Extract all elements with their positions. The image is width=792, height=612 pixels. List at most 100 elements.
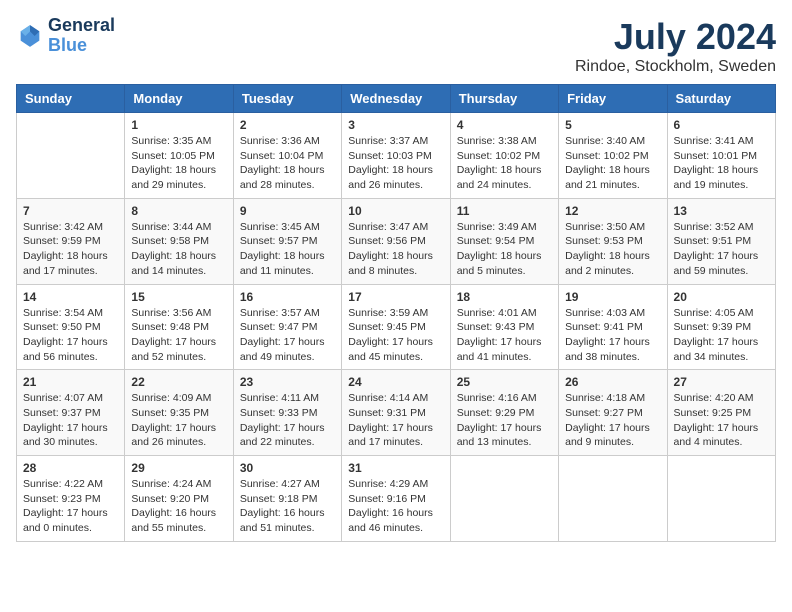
day-cell: 5Sunrise: 3:40 AMSunset: 10:02 PMDayligh…	[559, 113, 667, 199]
sunset-time: Sunset: 9:50 PM	[23, 321, 101, 333]
daylight-hours: Daylight: 16 hours and 51 minutes.	[240, 507, 325, 534]
day-cell: 4Sunrise: 3:38 AMSunset: 10:02 PMDayligh…	[450, 113, 558, 199]
sunset-time: Sunset: 9:35 PM	[131, 407, 209, 419]
header-cell-sunday: Sunday	[17, 85, 125, 113]
daylight-hours: Daylight: 18 hours and 28 minutes.	[240, 164, 325, 191]
daylight-hours: Daylight: 17 hours and 9 minutes.	[565, 422, 650, 449]
sunrise-time: Sunrise: 4:22 AM	[23, 478, 103, 490]
daylight-hours: Daylight: 17 hours and 0 minutes.	[23, 507, 108, 534]
daylight-hours: Daylight: 17 hours and 52 minutes.	[131, 336, 216, 363]
calendar-header: SundayMondayTuesdayWednesdayThursdayFrid…	[17, 85, 776, 113]
sunrise-time: Sunrise: 3:54 AM	[23, 307, 103, 319]
daylight-hours: Daylight: 17 hours and 38 minutes.	[565, 336, 650, 363]
sunrise-time: Sunrise: 3:56 AM	[131, 307, 211, 319]
day-info: Sunrise: 3:59 AMSunset: 9:45 PMDaylight:…	[348, 306, 443, 365]
day-cell: 11Sunrise: 3:49 AMSunset: 9:54 PMDayligh…	[450, 198, 558, 284]
day-number: 19	[565, 290, 660, 304]
daylight-hours: Daylight: 18 hours and 24 minutes.	[457, 164, 542, 191]
day-info: Sunrise: 4:22 AMSunset: 9:23 PMDaylight:…	[23, 477, 118, 536]
day-cell: 1Sunrise: 3:35 AMSunset: 10:05 PMDayligh…	[125, 113, 233, 199]
location: Rindoe, Stockholm, Sweden	[575, 58, 776, 76]
day-cell: 29Sunrise: 4:24 AMSunset: 9:20 PMDayligh…	[125, 456, 233, 542]
sunset-time: Sunset: 9:33 PM	[240, 407, 318, 419]
day-info: Sunrise: 3:54 AMSunset: 9:50 PMDaylight:…	[23, 306, 118, 365]
day-number: 3	[348, 118, 443, 132]
daylight-hours: Daylight: 18 hours and 17 minutes.	[23, 250, 108, 277]
sunset-time: Sunset: 9:25 PM	[674, 407, 752, 419]
sunrise-time: Sunrise: 3:37 AM	[348, 135, 428, 147]
sunset-time: Sunset: 10:03 PM	[348, 150, 431, 162]
sunset-time: Sunset: 9:37 PM	[23, 407, 101, 419]
daylight-hours: Daylight: 17 hours and 30 minutes.	[23, 422, 108, 449]
sunrise-time: Sunrise: 3:41 AM	[674, 135, 754, 147]
day-number: 6	[674, 118, 769, 132]
daylight-hours: Daylight: 18 hours and 21 minutes.	[565, 164, 650, 191]
day-info: Sunrise: 3:44 AMSunset: 9:58 PMDaylight:…	[131, 220, 226, 279]
day-number: 10	[348, 204, 443, 218]
sunset-time: Sunset: 9:51 PM	[674, 235, 752, 247]
week-row-5: 28 Sunrise: 4:22 AMSunset: 9:23 PMDayligh…	[17, 456, 776, 542]
sunset-time: Sunset: 9:39 PM	[674, 321, 752, 333]
day-cell: 8 Sunrise: 3:44 AMSunset: 9:58 PMDaylight…	[125, 198, 233, 284]
day-cell: 13Sunrise: 3:52 AMSunset: 9:51 PMDayligh…	[667, 198, 775, 284]
daylight-hours: Daylight: 17 hours and 59 minutes.	[674, 250, 759, 277]
day-info: Sunrise: 3:47 AMSunset: 9:56 PMDaylight:…	[348, 220, 443, 279]
day-info: Sunrise: 3:40 AMSunset: 10:02 PMDaylight…	[565, 134, 660, 193]
day-number: 22	[131, 375, 226, 389]
sunset-time: Sunset: 9:53 PM	[565, 235, 643, 247]
sunrise-time: Sunrise: 4:14 AM	[348, 392, 428, 404]
sunset-time: Sunset: 9:45 PM	[348, 321, 426, 333]
daylight-hours: Daylight: 18 hours and 8 minutes.	[348, 250, 433, 277]
day-info: Sunrise: 4:29 AM Sunset: 9:16 PM Daylight:…	[348, 477, 443, 536]
sunset-time: Sunset: 9:27 PM	[565, 407, 643, 419]
sunrise-time: Sunrise: 4:27 AM	[240, 478, 320, 490]
sunrise-time: Sunrise: 3:44 AM	[131, 221, 211, 233]
day-number: 20	[674, 290, 769, 304]
sunset-time: Sunset: 9:29 PM	[457, 407, 535, 419]
day-number: 25	[457, 375, 552, 389]
sunset-time: Sunset: 9:59 PM	[23, 235, 101, 247]
daylight-hours: Daylight: 17 hours and 41 minutes.	[457, 336, 542, 363]
daylight-hours: Daylight: 17 hours and 34 minutes.	[674, 336, 759, 363]
day-number: 4	[457, 118, 552, 132]
sunrise-time: Sunrise: 4:29 AM	[348, 478, 428, 490]
week-row-4: 21Sunrise: 4:07 AMSunset: 9:37 PMDayligh…	[17, 370, 776, 456]
day-info: Sunrise: 4:16 AMSunset: 9:29 PMDaylight:…	[457, 391, 552, 450]
title-block: July 2024 Rindoe, Stockholm, Sweden	[575, 16, 776, 76]
daylight-hours: Daylight: 16 hours and 55 minutes.	[131, 507, 216, 534]
sunrise-time: Sunrise: 4:11 AM	[240, 392, 319, 404]
day-number: 8	[131, 204, 226, 218]
sunset-time: Sunset: 9:48 PM	[131, 321, 209, 333]
day-info: Sunrise: 3:57 AMSunset: 9:47 PMDaylight:…	[240, 306, 335, 365]
week-row-1: 1Sunrise: 3:35 AMSunset: 10:05 PMDayligh…	[17, 113, 776, 199]
sunrise-time: Sunrise: 4:18 AM	[565, 392, 645, 404]
day-info: Sunrise: 4:05 AM Sunset: 9:39 PM Daylight:…	[674, 306, 769, 365]
sunrise-time: Sunrise: 4:20 AM	[674, 392, 754, 404]
day-cell: 19Sunrise: 4:03 AMSunset: 9:41 PMDayligh…	[559, 284, 667, 370]
day-info: Sunrise: 4:01 AMSunset: 9:43 PMDaylight:…	[457, 306, 552, 365]
sunrise-time: Sunrise: 3:35 AM	[131, 135, 211, 147]
calendar-table: SundayMondayTuesdayWednesdayThursdayFrid…	[16, 84, 776, 542]
day-number: 31	[348, 461, 443, 475]
day-number: 1	[131, 118, 226, 132]
daylight-hours: Daylight: 17 hours and 49 minutes.	[240, 336, 325, 363]
daylight-hours: Daylight: 16 hours and 46 minutes.	[348, 507, 433, 534]
day-number: 2	[240, 118, 335, 132]
day-number: 23	[240, 375, 335, 389]
day-number: 7	[23, 204, 118, 218]
day-info: Sunrise: 3:41 AMSunset: 10:01 PMDaylight…	[674, 134, 769, 193]
day-number: 28	[23, 461, 118, 475]
page-header: General Blue July 2024 Rindoe, Stockholm…	[16, 16, 776, 76]
daylight-hours: Daylight: 17 hours and 22 minutes.	[240, 422, 325, 449]
day-number: 16	[240, 290, 335, 304]
day-cell: 7Sunrise: 3:42 AMSunset: 9:59 PMDaylight…	[17, 198, 125, 284]
day-number: 15	[131, 290, 226, 304]
week-row-3: 14Sunrise: 3:54 AMSunset: 9:50 PMDayligh…	[17, 284, 776, 370]
logo-line2: Blue	[48, 36, 115, 56]
day-cell: 14Sunrise: 3:54 AMSunset: 9:50 PMDayligh…	[17, 284, 125, 370]
sunrise-time: Sunrise: 4:05 AM	[674, 307, 754, 319]
sunrise-time: Sunrise: 3:57 AM	[240, 307, 320, 319]
day-info: Sunrise: 4:27 AMSunset: 9:18 PMDaylight:…	[240, 477, 335, 536]
sunset-time: Sunset: 9:16 PM	[348, 493, 426, 505]
sunrise-time: Sunrise: 3:45 AM	[240, 221, 320, 233]
